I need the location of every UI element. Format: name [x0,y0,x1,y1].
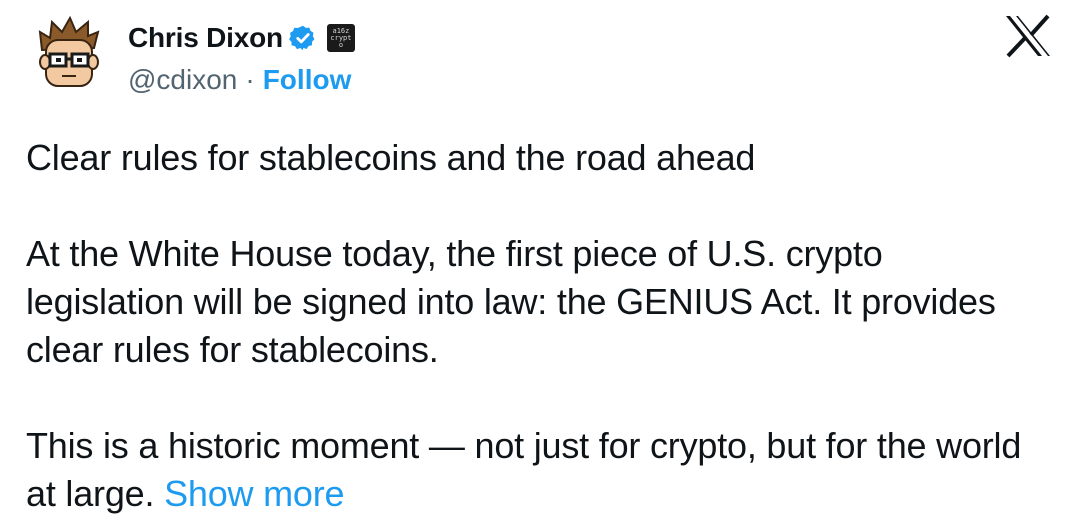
tweet-paragraph-last: This is a historic moment — not just for… [26,422,1046,518]
author-info: Chris Dixon a16z crypto @cdixon · Follow [128,20,355,98]
affiliate-badge[interactable]: a16z crypto [326,24,355,52]
handle-row: @cdixon · Follow [128,62,355,98]
tweet-card: Chris Dixon a16z crypto @cdixon · Follow [0,0,1074,520]
show-more-link[interactable]: Show more [164,473,344,514]
name-row: Chris Dixon a16z crypto [128,20,355,56]
cartoon-avatar-icon [38,15,100,87]
avatar[interactable] [28,14,110,96]
separator-dot: · [245,64,255,95]
tweet-header: Chris Dixon a16z crypto @cdixon · Follow [28,14,355,98]
tweet-paragraph: At the White House today, the first piec… [26,233,996,370]
author-handle[interactable]: @cdixon [128,64,237,96]
verified-badge-icon [289,24,317,52]
tweet-text: Clear rules for stablecoins and the road… [26,134,1046,518]
follow-button[interactable]: Follow [263,64,352,96]
tweet-paragraph-title: Clear rules for stablecoins and the road… [26,137,756,178]
author-name[interactable]: Chris Dixon [128,22,283,54]
x-logo-icon[interactable] [1004,14,1052,58]
